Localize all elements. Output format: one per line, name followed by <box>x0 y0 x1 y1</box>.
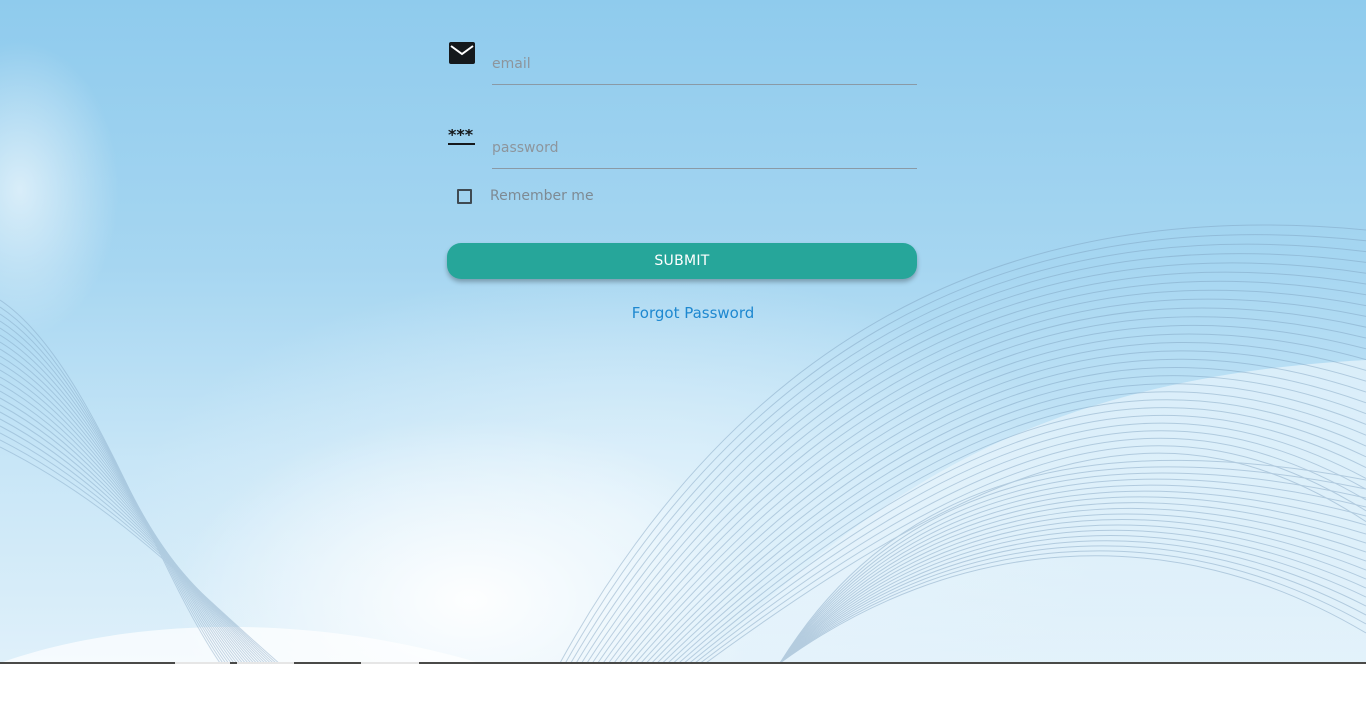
envelope-icon <box>447 38 477 68</box>
password-underline <box>492 122 917 169</box>
email-field[interactable] <box>492 56 917 72</box>
forgot-password-link[interactable]: Forgot Password <box>447 304 939 322</box>
email-underline <box>492 38 917 85</box>
remember-label: Remember me <box>490 188 594 204</box>
background <box>0 0 1366 663</box>
remember-me[interactable]: Remember me <box>457 185 594 207</box>
submit-button[interactable]: SUBMIT <box>447 243 917 279</box>
email-row <box>447 38 917 86</box>
svg-text:***: *** <box>448 129 474 144</box>
password-row: *** <box>447 122 917 170</box>
remember-checkbox[interactable] <box>457 188 472 204</box>
password-field[interactable] <box>492 140 917 156</box>
background-waves <box>0 224 1366 663</box>
password-dots-icon: *** <box>447 123 477 153</box>
